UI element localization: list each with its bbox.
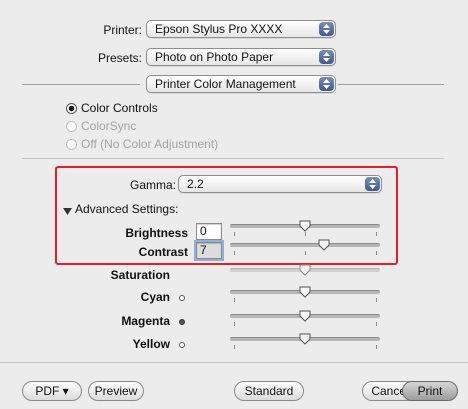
- slider-tick: [376, 298, 377, 302]
- slider-thumb-icon[interactable]: [299, 310, 311, 325]
- slider-tick: [234, 322, 235, 326]
- slider-thumb-icon[interactable]: [299, 333, 311, 348]
- contrast-field[interactable]: 7: [194, 240, 224, 261]
- panel-value: Printer Color Management: [155, 77, 296, 91]
- slider-tick: [234, 251, 235, 255]
- footer-separator: [0, 362, 468, 363]
- printer-popup[interactable]: Epson Stylus Pro XXXX: [146, 20, 336, 38]
- brightness-field[interactable]: 0: [196, 223, 222, 240]
- print-button[interactable]: Print: [402, 381, 458, 401]
- yellow-dot-icon: [179, 342, 185, 348]
- section-separator: [22, 158, 444, 159]
- slider-tick: [376, 232, 377, 236]
- slider-tick: [305, 232, 306, 236]
- advanced-settings-label[interactable]: Advanced Settings:: [75, 202, 178, 216]
- contrast-slider-track[interactable]: [230, 243, 380, 247]
- radio-off[interactable]: [66, 139, 77, 150]
- slider-tick: [234, 345, 235, 349]
- disclosure-triangle-icon[interactable]: [63, 205, 72, 219]
- presets-popup[interactable]: Photo on Photo Paper: [146, 48, 336, 66]
- preview-button[interactable]: Preview: [88, 381, 144, 401]
- gamma-popup[interactable]: 2.2: [178, 175, 382, 193]
- radio-color-controls-label[interactable]: Color Controls: [81, 101, 158, 115]
- brightness-label: Brightness: [125, 226, 188, 240]
- radio-colorsync-label[interactable]: ColorSync: [81, 119, 136, 133]
- cyan-label: Cyan: [140, 290, 170, 304]
- standard-button[interactable]: Standard: [234, 381, 304, 401]
- presets-label: Presets:: [97, 51, 142, 65]
- updown-arrows-icon: [319, 22, 334, 36]
- panel-popup[interactable]: Printer Color Management: [146, 75, 336, 93]
- updown-arrows-icon: [319, 77, 334, 91]
- gamma-label: Gamma:: [129, 178, 176, 192]
- slider-thumb-icon[interactable]: [299, 264, 311, 279]
- yellow-label: Yellow: [132, 337, 170, 351]
- cyan-dot-icon: [179, 295, 185, 301]
- slider-tick: [234, 298, 235, 302]
- presets-value: Photo on Photo Paper: [155, 50, 274, 64]
- updown-arrows-icon: [365, 177, 380, 191]
- contrast-label: Contrast: [138, 245, 188, 259]
- separator-right: [338, 84, 444, 85]
- magenta-dot-icon: [179, 319, 185, 325]
- slider-tick: [305, 251, 306, 255]
- slider-tick: [376, 345, 377, 349]
- gamma-value: 2.2: [187, 177, 204, 191]
- slider-tick: [234, 232, 235, 236]
- slider-thumb-icon[interactable]: [318, 239, 330, 254]
- pdf-button[interactable]: PDF ▾: [22, 381, 82, 401]
- radio-colorsync[interactable]: [66, 121, 77, 132]
- printer-value: Epson Stylus Pro XXXX: [155, 22, 283, 36]
- saturation-label: Saturation: [110, 268, 170, 282]
- radio-off-label[interactable]: Off (No Color Adjustment): [81, 137, 218, 151]
- magenta-label: Magenta: [121, 314, 170, 328]
- slider-tick: [376, 251, 377, 255]
- slider-thumb-icon[interactable]: [299, 286, 311, 301]
- radio-color-controls[interactable]: [66, 103, 77, 114]
- separator-left: [22, 84, 140, 85]
- updown-arrows-icon: [319, 50, 334, 64]
- slider-tick: [376, 322, 377, 326]
- printer-label: Printer:: [103, 23, 142, 37]
